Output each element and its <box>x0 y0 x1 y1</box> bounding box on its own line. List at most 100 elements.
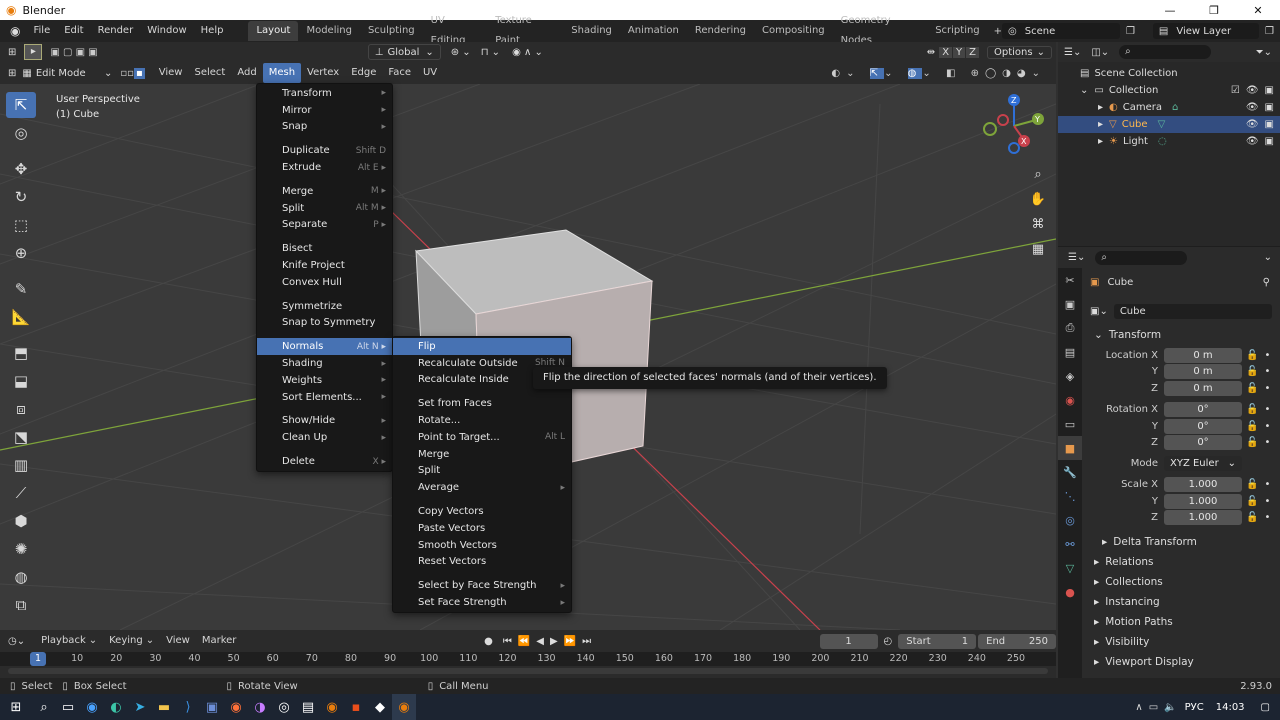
bevel-tool-icon[interactable]: ⬔ <box>6 424 36 450</box>
outliner-scene-collection[interactable]: ▤ Scene Collection <box>1058 65 1280 82</box>
mesh-menu-item-merge[interactable]: Merge M ▸ <box>257 183 392 200</box>
viewport-menu-uv[interactable]: UV <box>417 63 443 83</box>
timeline-editor-icon[interactable]: ◷⌄ <box>8 636 25 647</box>
mesh-menu-item-clean-up[interactable]: Clean Up ▸ <box>257 429 392 446</box>
scale-tool-icon[interactable]: ⬚ <box>6 212 36 238</box>
location-y-field[interactable]: 0 m <box>1164 364 1242 380</box>
viewport-menu-edge[interactable]: Edge <box>345 63 382 83</box>
mesh-menu-item-shading[interactable]: Shading ▸ <box>257 355 392 372</box>
workspace-tab-shading[interactable]: Shading <box>563 21 620 41</box>
scale-x-field[interactable]: 1.000 <box>1164 477 1242 493</box>
menu-render[interactable]: Render <box>91 20 141 42</box>
blender-menu-icon[interactable]: ◉ <box>10 24 20 38</box>
mesh-menu-item-transform[interactable]: Transform ▸ <box>257 85 392 102</box>
app-icon[interactable]: ◑ <box>248 694 272 720</box>
checkbox-icon[interactable]: ☑ <box>1231 85 1240 96</box>
camera-render-icon[interactable]: ▣ <box>1265 102 1274 113</box>
keyframe-dot-icon[interactable]: • <box>1264 421 1270 432</box>
expand-icon[interactable]: ▸ <box>1098 102 1103 113</box>
clock[interactable]: 14:03 <box>1216 702 1245 713</box>
particles-tab-icon[interactable]: ⋱ <box>1058 484 1082 508</box>
normals-menu-item-reset-vectors[interactable]: Reset Vectors <box>393 554 571 571</box>
mirror-axes[interactable]: ⇹ X Y Z <box>927 46 980 58</box>
timeline-menu-keying[interactable]: Keying ⌄ <box>103 631 160 651</box>
menu-file[interactable]: File <box>26 20 57 42</box>
blender-taskbar-icon[interactable]: ◉ <box>320 694 344 720</box>
vscode-icon[interactable]: ⟩ <box>176 694 200 720</box>
mesh-menu-item-separate[interactable]: Separate P ▸ <box>257 217 392 234</box>
workspace-tab-compositing[interactable]: Compositing <box>754 21 833 41</box>
keyframe-dot-icon[interactable]: • <box>1264 404 1270 415</box>
telegram-icon[interactable]: ➤ <box>128 694 152 720</box>
mesh-menu-item-show-hide[interactable]: Show/Hide ▸ <box>257 413 392 430</box>
mesh-menu-item-normals[interactable]: Normals Alt N ▸ <box>257 338 392 356</box>
view-layer-copy-icon[interactable]: ❐ <box>1265 26 1274 37</box>
rotation-x-field[interactable]: 0° <box>1164 402 1242 418</box>
mesh-menu-item-duplicate[interactable]: Duplicate Shift D <box>257 142 392 159</box>
panel-collections[interactable]: ▸ Collections <box>1084 572 1278 592</box>
lock-icon[interactable]: 🔓 <box>1246 366 1258 377</box>
current-frame-field[interactable]: 1 <box>819 633 878 649</box>
normals-menu-item-rotate[interactable]: Rotate... <box>393 412 571 429</box>
record-icon[interactable]: ● <box>484 636 493 647</box>
lock-icon[interactable]: 🔓 <box>1246 350 1258 361</box>
mesh-menu-item-extrude[interactable]: Extrude Alt E ▸ <box>257 159 392 176</box>
properties-search[interactable]: ⌕ <box>1095 250 1188 265</box>
camera-render-icon[interactable]: ▣ <box>1265 119 1274 130</box>
lock-icon[interactable]: 🔓 <box>1246 421 1258 432</box>
maximize-icon[interactable]: ❐ <box>1192 4 1236 17</box>
pivot-icon[interactable]: ⊛ ⌄ <box>451 47 471 58</box>
keyframe-dot-icon[interactable]: • <box>1264 383 1270 394</box>
viewport-menu-mesh[interactable]: Mesh <box>262 63 302 83</box>
outliner-editor-icon[interactable]: ☰⌄ <box>1064 47 1081 58</box>
viewport-menu-select[interactable]: Select <box>188 63 231 83</box>
mesh-menu-item-snap[interactable]: Snap ▸ <box>257 119 392 136</box>
normals-menu-item-copy-vectors[interactable]: Copy Vectors <box>393 503 571 520</box>
outliner-collection[interactable]: ⌄ ▭ Collection ☑ 👁 ▣ <box>1058 82 1280 99</box>
measure-tool-icon[interactable]: 📐 <box>6 304 36 330</box>
rotation-y-field[interactable]: 0° <box>1164 418 1242 434</box>
scene-tab-icon[interactable]: ◈ <box>1058 364 1082 388</box>
select-mode-buttons[interactable]: ▫▫ ▪ <box>120 67 145 79</box>
preview-range-icon[interactable]: ◴ <box>884 636 893 647</box>
object-name-field[interactable]: Cube <box>1113 303 1272 319</box>
lock-icon[interactable]: 🔓 <box>1246 496 1258 507</box>
scale-z-field[interactable]: 1.000 <box>1164 510 1242 526</box>
rotate-tool-icon[interactable]: ↻ <box>6 184 36 210</box>
blender-active-icon[interactable]: ◉ <box>392 694 416 720</box>
firefox-icon[interactable]: ◉ <box>224 694 248 720</box>
scene-copy-icon[interactable]: ❐ <box>1126 26 1135 37</box>
object-tab-icon[interactable]: ■ <box>1058 436 1082 460</box>
view-layer-selector[interactable]: ▤ View Layer <box>1152 23 1260 39</box>
task-view-icon[interactable]: ▭ <box>56 694 80 720</box>
outliner-item-camera[interactable]: ▸ ◐ Camera ⌂ 👁 ▣ <box>1058 99 1280 116</box>
expand-icon[interactable]: ⌄ <box>1080 85 1088 96</box>
mesh-menu-item-bisect[interactable]: Bisect <box>257 240 392 257</box>
expand-icon[interactable]: ▸ <box>1098 136 1103 147</box>
axis-y[interactable]: Y <box>953 46 966 58</box>
viewport-menu-add[interactable]: Add <box>231 63 262 83</box>
lock-icon[interactable]: 🔓 <box>1246 479 1258 490</box>
world-tab-icon[interactable]: ◉ <box>1058 388 1082 412</box>
timeline-menu-playback[interactable]: Playback ⌄ <box>35 631 103 651</box>
physics-tab-icon[interactable]: ◎ <box>1058 508 1082 532</box>
smooth-tool-icon[interactable]: ◍ <box>6 564 36 590</box>
viewport-editor-icon[interactable]: ⊞ <box>8 68 16 79</box>
normals-menu-item-paste-vectors[interactable]: Paste Vectors <box>393 520 571 537</box>
axis-z[interactable]: Z <box>966 46 980 58</box>
panel-motion-paths[interactable]: ▸ Motion Paths <box>1084 612 1278 632</box>
location-x-field[interactable]: 0 m <box>1164 347 1242 363</box>
playback-controls[interactable]: ⏮⏪◀▶⏩⏭ <box>503 636 597 647</box>
collection-tab-icon[interactable]: ▭ <box>1058 412 1082 436</box>
mesh-menu-item-symmetrize[interactable]: Symmetrize <box>257 298 392 315</box>
viewport-options-icons[interactable]: ◐⌄ ⇱⌄ ◍⌄ ◧ ⊕◯◑◕⌄ <box>831 67 1046 79</box>
mesh-menu-item-split[interactable]: Split Alt M ▸ <box>257 200 392 217</box>
add-workspace-icon[interactable]: + <box>994 26 1002 37</box>
cursor-tool-icon[interactable]: ◎ <box>6 120 36 146</box>
ortho-grid-icon[interactable]: ▦ <box>1028 237 1048 262</box>
options-button[interactable]: Options ⌄ <box>987 45 1052 59</box>
mesh-menu-item-convex-hull[interactable]: Convex Hull <box>257 274 392 291</box>
move-tool-icon[interactable]: ✥ <box>6 156 36 182</box>
menu-edit[interactable]: Edit <box>57 20 90 42</box>
normals-menu-item-average[interactable]: Average ▸ <box>393 479 571 496</box>
